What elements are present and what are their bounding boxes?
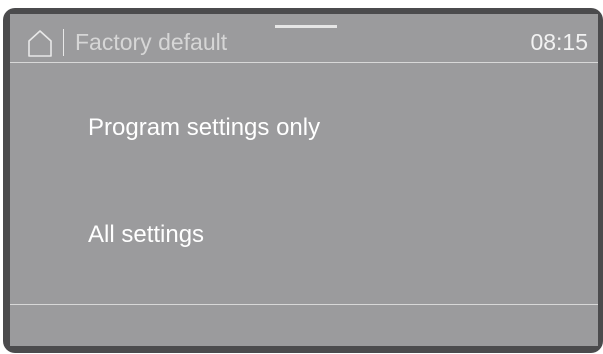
clock: 08:15: [530, 29, 588, 55]
header-separator: [10, 62, 598, 63]
menu-item-all-settings[interactable]: All settings: [88, 221, 204, 249]
home-icon[interactable]: [25, 28, 55, 58]
display-screen: Factory default 08:15 Program settings o…: [10, 14, 598, 346]
footer-separator: [10, 304, 598, 305]
header-divider: [63, 29, 64, 56]
menu-item-program-settings-only[interactable]: Program settings only: [88, 114, 320, 142]
header-bar: Factory default 08:15: [10, 14, 598, 62]
page-title: Factory default: [75, 29, 228, 55]
